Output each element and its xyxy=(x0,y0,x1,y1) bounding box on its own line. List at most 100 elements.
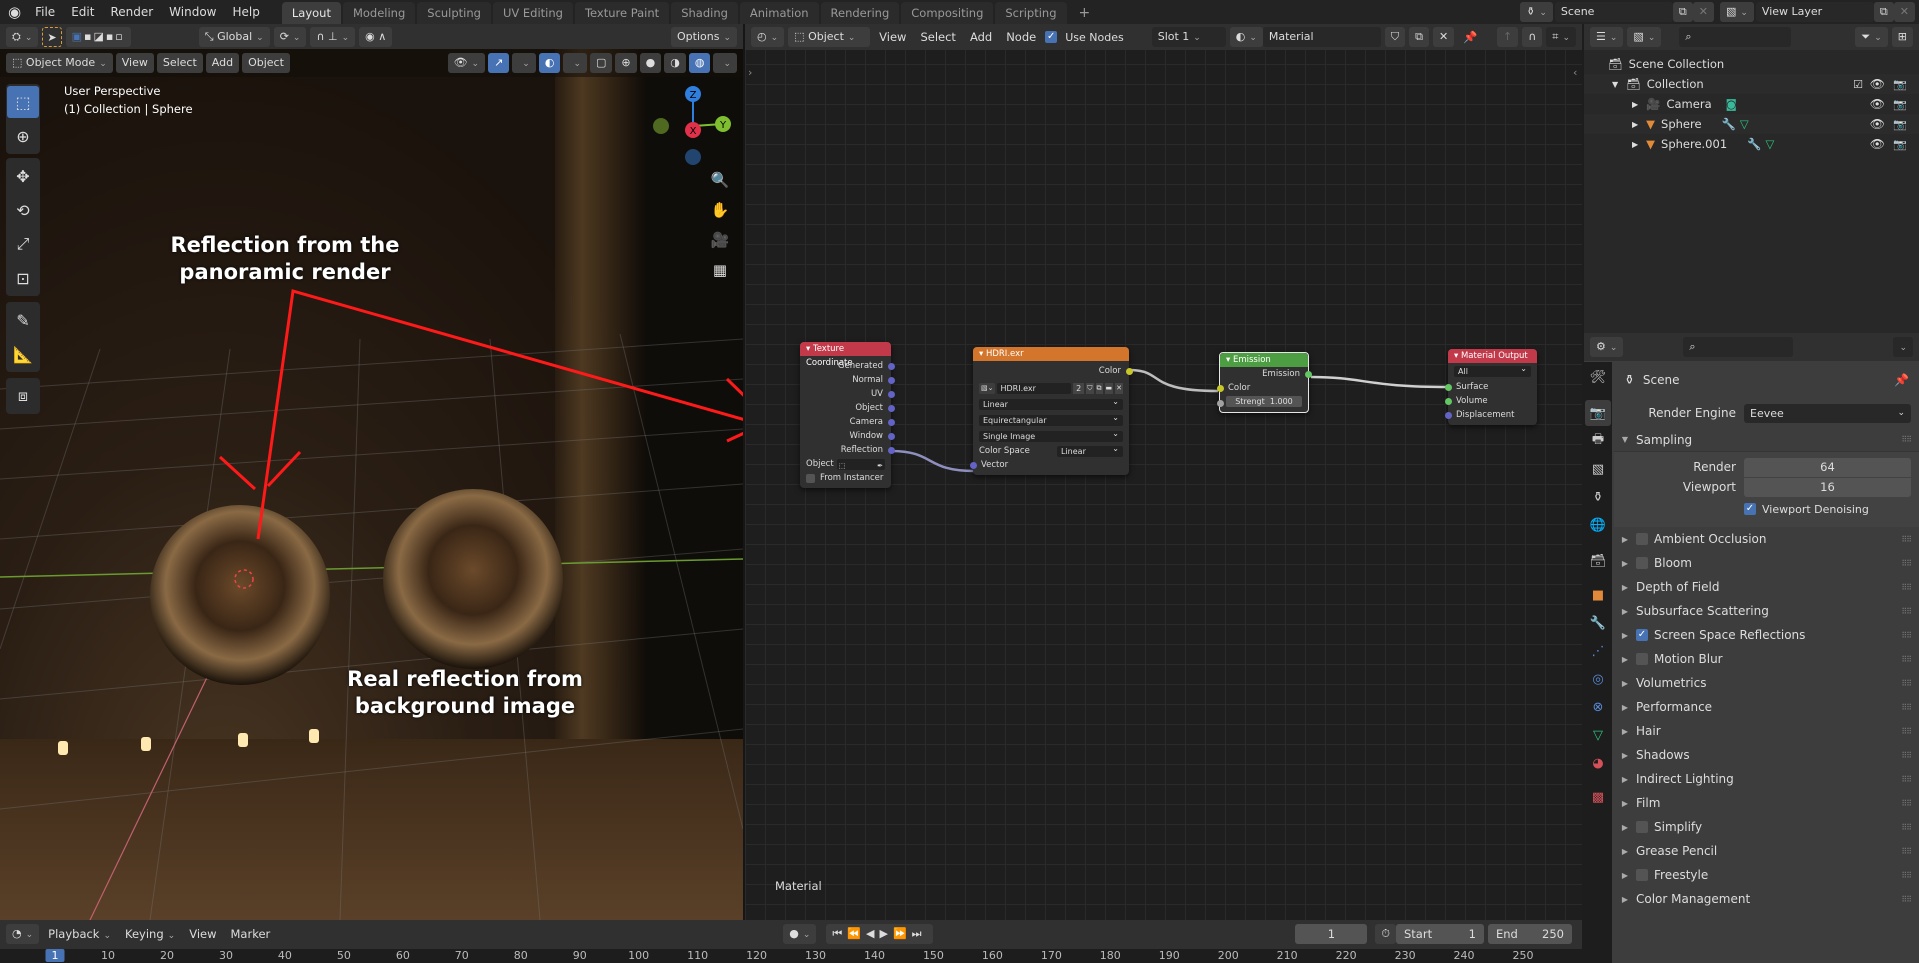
image-fake-user-button[interactable]: ⛉ xyxy=(1086,382,1094,394)
drag-grip-icon[interactable]: ⠿⠿ xyxy=(1901,727,1912,736)
node-title[interactable]: ▾ Emission xyxy=(1220,353,1308,367)
socket-normal[interactable] xyxy=(887,376,895,384)
pivot-point-dropdown[interactable]: ⟳ ⌄ xyxy=(273,26,307,47)
sidebar-toggle-right[interactable]: ‹ xyxy=(1573,66,1577,79)
drag-grip-icon[interactable]: ⠿⠿ xyxy=(1901,895,1912,904)
node-snap-toggle[interactable]: ∩ xyxy=(1522,27,1543,47)
panel-grease-pencil[interactable]: ▶ Grease Pencil ⠿⠿ xyxy=(1614,839,1919,863)
material-browse-button[interactable]: ◐ ⌄ xyxy=(1229,27,1263,47)
panel-volumetrics[interactable]: ▶ Volumetrics ⠿⠿ xyxy=(1614,671,1919,695)
tab-particles[interactable]: ⋰ xyxy=(1585,638,1611,664)
menu-edit[interactable]: Edit xyxy=(63,0,102,24)
tab-collection[interactable]: 🗃 xyxy=(1585,548,1611,574)
panel-ambient-occlusion[interactable]: ▶ Ambient Occlusion ⠿⠿ xyxy=(1614,527,1919,551)
outliner-item-camera[interactable]: ▶ 🎥 Camera ◙ 👁 📷 xyxy=(1584,94,1919,114)
gizmo-toggle[interactable]: ↗ xyxy=(488,53,510,73)
socket-displacement-in[interactable] xyxy=(1444,411,1452,419)
transform-orientation-dropdown[interactable]: ⤡ Global ⌄ xyxy=(198,26,270,47)
tab-texture[interactable]: ▩ xyxy=(1585,784,1611,810)
eye-icon[interactable]: 👁 xyxy=(1870,77,1885,91)
measure-tool[interactable]: 📐 xyxy=(7,338,39,370)
timeline-ruler[interactable]: 1 10 20 30 40 50 60 70 80 90 100 110 120 130 140 150 160… xyxy=(0,949,1582,963)
tab-render[interactable]: 📷 xyxy=(1585,400,1611,426)
end-frame-field[interactable]: End 250 xyxy=(1488,924,1572,944)
panel-enable-checkbox[interactable] xyxy=(1636,821,1648,833)
render-camera-icon[interactable]: 📷 xyxy=(1893,118,1907,131)
properties-search-input[interactable]: ⌕ xyxy=(1683,337,1794,357)
shading-dropdown[interactable]: ⌄ xyxy=(713,53,737,73)
node-title[interactable]: ▾ Material Output xyxy=(1448,349,1537,363)
overlay-toggle[interactable]: ◐ xyxy=(538,53,561,73)
cursor-tool[interactable]: ⊕ xyxy=(7,120,39,152)
transform-tool[interactable]: ⊡ xyxy=(7,262,39,294)
camera-view-button[interactable]: 🎥 xyxy=(706,226,734,254)
move-tool[interactable]: ✥ xyxy=(7,160,39,192)
socket-reflection[interactable] xyxy=(887,446,895,454)
node-menu-select[interactable]: Select xyxy=(915,30,960,44)
drag-grip-icon[interactable]: ⠿⠿ xyxy=(1901,535,1912,544)
drag-grip-icon[interactable]: ⠿⠿ xyxy=(1901,799,1912,808)
jump-end-icon[interactable]: ⏭ xyxy=(912,927,927,940)
outliner-editor-type-button[interactable]: ☰ ⌄ xyxy=(1590,27,1624,47)
tab-scripting[interactable]: Scripting xyxy=(995,2,1067,24)
socket-generated[interactable] xyxy=(887,362,895,370)
outliner-collection[interactable]: ▼ 🗃 Collection ☑ 👁 📷 xyxy=(1584,74,1919,94)
tab-material[interactable]: ◕ xyxy=(1585,750,1611,776)
pan-view-button[interactable]: ✋ xyxy=(706,196,734,224)
camera-data-icon[interactable]: ◙ xyxy=(1726,97,1737,111)
scene-name-field[interactable]: Scene xyxy=(1554,2,1673,22)
play-icon[interactable]: ▶ xyxy=(880,927,893,940)
image-new-button[interactable]: ⧉ xyxy=(1095,382,1103,394)
pin-icon[interactable]: 📌 xyxy=(1894,373,1909,387)
menu-window[interactable]: Window xyxy=(161,0,224,24)
panel-color-management[interactable]: ▶ Color Management ⠿⠿ xyxy=(1614,887,1919,911)
panel-freestyle[interactable]: ▶ Freestyle ⠿⠿ xyxy=(1614,863,1919,887)
outliner-item-sphere[interactable]: ▶ ▼ Sphere 🔧 ▽ 👁 📷 xyxy=(1584,114,1919,134)
tab-physics[interactable]: ◎ xyxy=(1585,666,1611,692)
socket-surface-in[interactable] xyxy=(1444,383,1452,391)
source-dropdown[interactable]: Single Image xyxy=(979,428,1123,442)
projection-dropdown[interactable]: Equirectangular xyxy=(979,412,1123,426)
panel-shadows[interactable]: ▶ Shadows ⠿⠿ xyxy=(1614,743,1919,767)
display-mode-dropdown[interactable]: ▧ ⌄ xyxy=(1627,27,1662,47)
object-picker-field[interactable]: ⬚ ✒ xyxy=(836,458,885,470)
node-image-texture[interactable]: ▾ HDRI.exr Color ▧⌄ HDRI.exr 2 ⛉ ⧉ ▬ ✕ L… xyxy=(969,347,1133,475)
timeline-menu-view[interactable]: View xyxy=(184,927,221,941)
new-collection-button[interactable]: ⊞ xyxy=(1891,27,1913,47)
socket-emission-out[interactable] xyxy=(1304,370,1312,378)
parent-node-tree-button[interactable]: ↑ xyxy=(1496,27,1519,47)
tab-view-layer[interactable]: ▧ xyxy=(1585,456,1611,482)
drag-grip-icon[interactable]: ⠿⠿ xyxy=(1901,703,1912,712)
viewport-menu-add[interactable]: Add xyxy=(205,53,240,73)
socket-window[interactable] xyxy=(887,432,895,440)
drag-grip-icon[interactable]: ⠿⠿ xyxy=(1901,607,1912,616)
drag-grip-icon[interactable]: ⠿⠿ xyxy=(1901,559,1912,568)
current-frame-field[interactable]: 1 xyxy=(1295,924,1368,944)
shading-wireframe-button[interactable]: ⊕ xyxy=(615,53,637,73)
view-layer-name-field[interactable]: View Layer xyxy=(1755,2,1874,22)
tab-shading[interactable]: Shading xyxy=(671,2,738,24)
gizmo-dropdown[interactable]: ⌄ xyxy=(512,53,536,73)
active-tool-button[interactable]: ➤ xyxy=(42,26,62,47)
drag-grip-icon[interactable]: ⠿⠿ xyxy=(1901,679,1912,688)
color-space-dropdown[interactable]: Linear xyxy=(1057,443,1123,457)
shading-solid-button[interactable]: ● xyxy=(639,53,662,73)
panel-enable-checkbox[interactable] xyxy=(1636,533,1648,545)
3d-viewport[interactable] xyxy=(0,49,743,920)
panel-hair[interactable]: ▶ Hair ⠿⠿ xyxy=(1614,719,1919,743)
socket-object[interactable] xyxy=(887,404,895,412)
tab-modeling[interactable]: Modeling xyxy=(342,2,416,24)
drag-grip-icon[interactable]: ⠿⠿ xyxy=(1901,775,1912,784)
tab-uv-editing[interactable]: UV Editing xyxy=(492,2,573,24)
mesh-data-icon[interactable]: ▽ xyxy=(1765,137,1774,151)
image-open-button[interactable]: ▬ xyxy=(1104,382,1114,394)
next-keyframe-icon[interactable]: ⏩ xyxy=(893,927,912,940)
select-box-tool[interactable]: ⬚ xyxy=(7,86,39,118)
scene-selector-button[interactable]: ⚱ ⌄ xyxy=(1520,2,1553,22)
proportional-editing-toggle[interactable]: ◉ ∧ xyxy=(359,26,393,47)
timeline-menu-playback[interactable]: Playback ⌄ xyxy=(43,927,116,941)
node-menu-node[interactable]: Node xyxy=(1001,30,1041,44)
unlink-material-button[interactable]: ✕ xyxy=(1432,27,1455,47)
panel-enable-checkbox[interactable] xyxy=(1636,557,1648,569)
panel-film[interactable]: ▶ Film ⠿⠿ xyxy=(1614,791,1919,815)
